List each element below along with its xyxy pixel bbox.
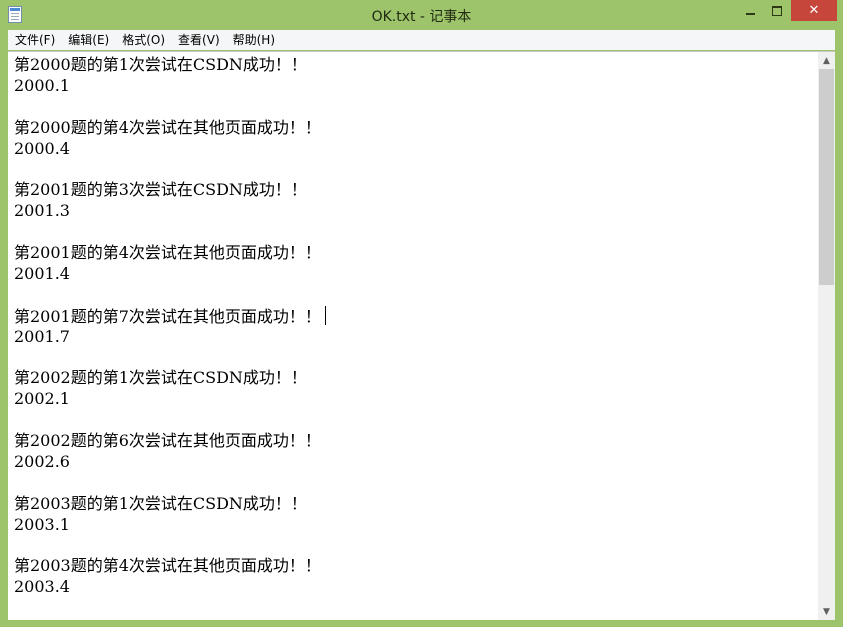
scroll-down-icon[interactable]: ▼ — [818, 603, 835, 620]
line-text — [14, 535, 19, 554]
text-line[interactable]: 2001.7 — [14, 327, 814, 348]
menu-view[interactable]: 查看(V) — [171, 30, 226, 50]
line-text: 第2000题的第1次尝试在CSDN成功！！ — [14, 55, 307, 74]
text-line[interactable]: 2001.3 — [14, 201, 814, 222]
menu-help[interactable]: 帮助(H) — [226, 30, 281, 50]
notepad-window: OK.txt - 记事本 ✕ 文件(F) 编辑(E) 格式(O) 查看(V) 帮… — [0, 0, 843, 627]
line-text — [14, 222, 19, 241]
line-text: 2003.4 — [14, 577, 70, 597]
blank-line[interactable] — [14, 97, 814, 118]
menu-edit[interactable]: 编辑(E) — [61, 30, 115, 50]
blank-line[interactable] — [14, 473, 814, 494]
blank-line[interactable] — [14, 347, 814, 368]
line-text: 第2002题的第1次尝试在CSDN成功！！ — [14, 368, 307, 388]
text-line[interactable]: 2001.4 — [14, 264, 814, 285]
text-line[interactable]: 2003.1 — [14, 515, 814, 536]
line-text: 2001.3 — [14, 201, 70, 221]
text-line[interactable]: 第2000题的第4次尝试在其他页面成功！！ — [14, 118, 814, 139]
line-text: 第2001题的第4次尝试在其他页面成功！！ — [14, 243, 321, 263]
scroll-up-icon[interactable]: ▲ — [818, 52, 835, 69]
blank-line[interactable] — [14, 410, 814, 431]
line-text: 第2003题的第1次尝试在CSDN成功！！ — [14, 493, 307, 513]
text-line[interactable]: 第2003题的第1次尝试在CSDN成功！！ — [14, 494, 814, 515]
minimize-icon — [745, 12, 755, 15]
title-bar[interactable]: OK.txt - 记事本 ✕ — [0, 0, 843, 30]
text-line[interactable]: 2003.4 — [14, 577, 814, 598]
text-line[interactable]: 第2002题的第6次尝试在其他页面成功！！ — [14, 431, 814, 452]
text-editor[interactable]: 第2000题的第1次尝试在CSDN成功！！ 2000.1 第2000题的第4次尝试… — [8, 51, 835, 620]
line-text — [14, 97, 19, 116]
line-text — [14, 159, 19, 178]
maximize-icon — [772, 5, 782, 16]
text-line[interactable]: 第2001题的第3次尝试在CSDN成功！！ — [14, 180, 814, 201]
line-text: 2001.4 — [14, 263, 70, 283]
line-text: 第2001题的第3次尝试在CSDN成功！！ — [14, 180, 307, 200]
text-line[interactable]: 第2001题的第7次尝试在其他页面成功！！ — [14, 305, 814, 327]
menu-format[interactable]: 格式(O) — [115, 30, 171, 50]
vertical-scrollbar[interactable]: ▲ ▼ — [818, 52, 835, 620]
line-text: 第2002题的第6次尝试在其他页面成功！！ — [14, 431, 321, 451]
text-line[interactable]: 第2003题的第4次尝试在其他页面成功！！ — [14, 556, 814, 577]
blank-line[interactable] — [14, 222, 814, 243]
line-text: 2000.1 — [14, 75, 70, 95]
line-text — [14, 410, 19, 429]
line-text — [14, 285, 19, 304]
line-text: 2002.1 — [14, 389, 70, 409]
line-text: 2000.4 — [14, 138, 70, 158]
line-text: 第2001题的第7次尝试在其他页面成功！！ — [14, 306, 321, 326]
line-text — [14, 473, 19, 492]
close-icon: ✕ — [808, 3, 820, 18]
line-text: 2001.7 — [14, 326, 70, 346]
blank-line[interactable] — [14, 535, 814, 556]
line-text: 第2003题的第4次尝试在其他页面成功！！ — [14, 556, 321, 576]
line-text: 2002.6 — [14, 451, 70, 471]
text-line[interactable]: 第2002题的第1次尝试在CSDN成功！！ — [14, 368, 814, 389]
line-text: 2003.1 — [14, 514, 70, 534]
menu-file[interactable]: 文件(F) — [8, 30, 61, 50]
line-text: 第2000题的第4次尝试在其他页面成功！！ — [14, 117, 321, 137]
text-line[interactable]: 2000.1 — [14, 76, 814, 97]
window-title: OK.txt - 记事本 — [371, 9, 472, 25]
line-text — [14, 347, 19, 366]
blank-line[interactable] — [14, 285, 814, 306]
text-line[interactable]: 第2000题的第1次尝试在CSDN成功！！ — [14, 55, 814, 76]
text-caret — [324, 305, 326, 325]
blank-line[interactable] — [14, 159, 814, 180]
text-line[interactable]: 2002.6 — [14, 452, 814, 473]
scroll-thumb[interactable] — [819, 69, 834, 285]
text-content[interactable]: 第2000题的第1次尝试在CSDN成功！！ 2000.1 第2000题的第4次尝试… — [14, 55, 814, 617]
menu-bar: 文件(F) 编辑(E) 格式(O) 查看(V) 帮助(H) — [8, 30, 835, 50]
text-line[interactable]: 2002.1 — [14, 389, 814, 410]
close-button[interactable]: ✕ — [791, 0, 837, 21]
maximize-button[interactable] — [764, 0, 790, 21]
text-line[interactable]: 2000.4 — [14, 139, 814, 160]
minimize-button[interactable] — [737, 0, 763, 21]
text-line[interactable]: 第2001题的第4次尝试在其他页面成功！！ — [14, 243, 814, 264]
